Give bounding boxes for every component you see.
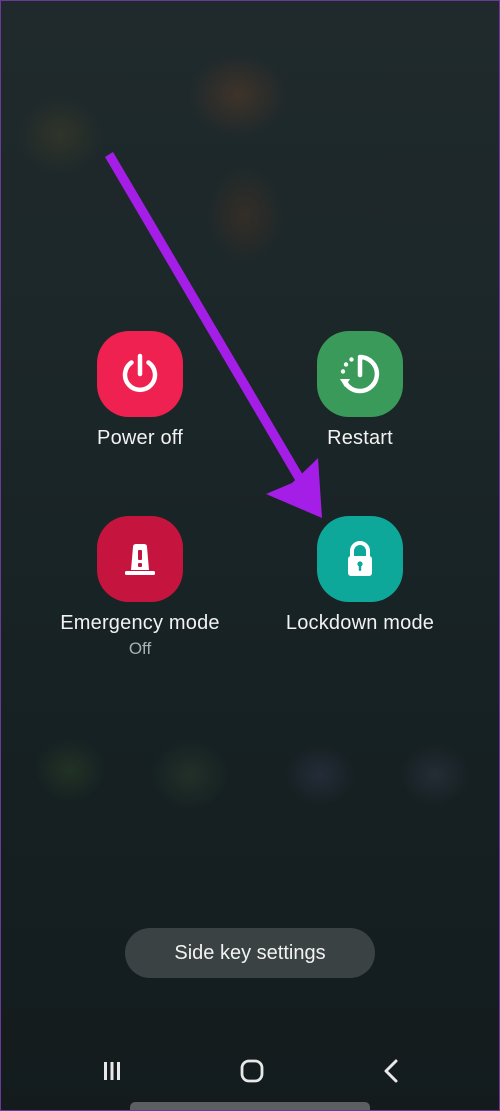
restart-label: Restart — [327, 427, 393, 449]
power-off-option[interactable]: Power off — [40, 331, 240, 450]
emergency-mode-option[interactable]: Emergency mode Off — [40, 516, 240, 659]
recents-icon[interactable] — [82, 1046, 142, 1096]
restart-icon[interactable] — [317, 331, 403, 417]
emergency-mode-status: Off — [128, 639, 152, 658]
power-off-label: Power off — [97, 427, 183, 449]
side-key-settings-button[interactable]: Side key settings — [125, 928, 375, 978]
lockdown-mode-label: Lockdown mode — [285, 612, 435, 634]
home-icon[interactable] — [222, 1046, 282, 1096]
power-icon[interactable] — [97, 331, 183, 417]
power-menu: Power off Restart Emergency mode Off Loc… — [0, 0, 500, 1111]
emergency-mode-label: Emergency mode — [60, 612, 220, 634]
emergency-light-icon[interactable] — [97, 516, 183, 602]
navigation-bar — [0, 1046, 500, 1096]
back-icon[interactable] — [362, 1046, 422, 1096]
lock-icon[interactable] — [317, 516, 403, 602]
gesture-handle[interactable] — [130, 1102, 370, 1111]
restart-option[interactable]: Restart — [260, 331, 460, 450]
lockdown-mode-option[interactable]: Lockdown mode — [260, 516, 460, 635]
